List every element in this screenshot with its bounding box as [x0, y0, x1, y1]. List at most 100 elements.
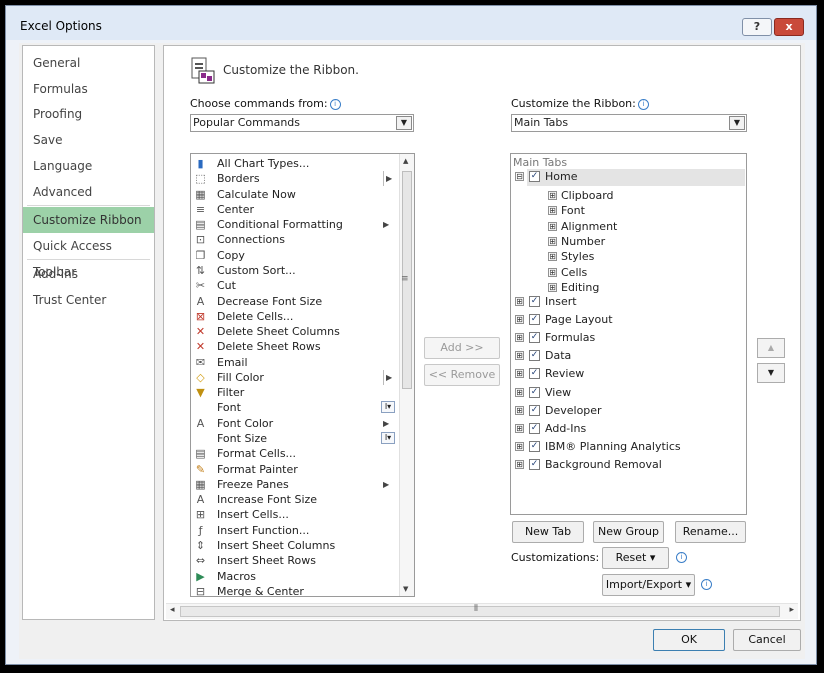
- expand-icon[interactable]: ⊞: [548, 267, 557, 277]
- customize-ribbon-select[interactable]: Main Tabs ▼: [511, 114, 747, 132]
- expand-icon[interactable]: ⊞: [515, 441, 524, 451]
- cancel-button[interactable]: Cancel: [733, 629, 801, 651]
- connections-icon: ⊡: [195, 233, 206, 247]
- dropdown-arrow-icon[interactable]: ▼: [729, 116, 745, 130]
- command-list-item[interactable]: Font I▾: [191, 400, 399, 415]
- expand-icon[interactable]: ⊞: [515, 315, 524, 325]
- command-list-item[interactable]: ✎ Format Painter: [191, 462, 399, 477]
- checkbox-checked-icon[interactable]: ✓: [529, 350, 540, 362]
- checkbox-checked-icon[interactable]: ✓: [529, 332, 540, 344]
- command-list-item[interactable]: ✉ Email: [191, 355, 399, 370]
- command-list-item[interactable]: ⇔ Insert Sheet Rows: [191, 553, 399, 568]
- command-list-item[interactable]: A Increase Font Size: [191, 492, 399, 507]
- expand-icon[interactable]: ⊞: [548, 282, 557, 292]
- checkbox-checked-icon[interactable]: ✓: [529, 386, 540, 398]
- sort-icon: ⇅: [195, 263, 206, 277]
- nav-item-proofing[interactable]: Proofing: [23, 101, 154, 127]
- tree-item-home[interactable]: ⊟ ✓ Home: [511, 169, 741, 185]
- checkbox-checked-icon[interactable]: ✓: [529, 368, 540, 380]
- rename-button[interactable]: Rename...: [675, 521, 746, 543]
- dropdown-arrow-icon[interactable]: ▼: [396, 116, 412, 130]
- command-list-item[interactable]: A Decrease Font Size: [191, 294, 399, 309]
- customizations-label: Customizations:: [511, 551, 600, 564]
- command-list-item[interactable]: ⊡ Connections: [191, 232, 399, 247]
- remove-button[interactable]: << Remove: [424, 364, 500, 386]
- ok-button[interactable]: OK: [653, 629, 725, 651]
- expand-icon[interactable]: ⊞: [515, 405, 524, 415]
- command-list-item[interactable]: ✕ Delete Sheet Rows: [191, 339, 399, 354]
- collapse-icon[interactable]: ⊟: [515, 172, 524, 181]
- nav-item-language[interactable]: Language: [23, 153, 154, 179]
- command-list-item[interactable]: ▮ All Chart Types...: [191, 156, 399, 171]
- checkbox-checked-icon[interactable]: ✓: [529, 314, 540, 326]
- command-list-item[interactable]: ▤ Conditional Formatting ▶: [191, 217, 399, 232]
- scroll-thumb[interactable]: [180, 606, 780, 617]
- command-list-item[interactable]: ◇ Fill Color ▶: [191, 369, 399, 385]
- command-list-item[interactable]: ▤ Format Cells...: [191, 446, 399, 461]
- scroll-up-arrow-icon[interactable]: ▲: [403, 157, 408, 165]
- checkbox-checked-icon[interactable]: ✓: [529, 458, 540, 470]
- command-list-item[interactable]: ✕ Delete Sheet Columns: [191, 324, 399, 339]
- command-list-item[interactable]: ▶ Macros: [191, 569, 399, 584]
- scroll-down-arrow-icon[interactable]: ▼: [403, 585, 408, 593]
- move-down-button[interactable]: ▼: [757, 363, 785, 383]
- reset-button[interactable]: Reset ▾: [602, 547, 669, 569]
- help-button[interactable]: ?: [742, 18, 772, 36]
- checkbox-checked-icon[interactable]: ✓: [529, 404, 540, 416]
- new-tab-button[interactable]: New Tab: [512, 521, 584, 543]
- panel-horizontal-scrollbar[interactable]: ◂ ⦀ ▸: [166, 603, 798, 619]
- command-list-item[interactable]: ≡ Center: [191, 202, 399, 217]
- checkbox-checked-icon[interactable]: ✓: [529, 440, 540, 452]
- nav-item-quick-access-toolbar[interactable]: Quick Access Toolbar: [23, 233, 154, 279]
- expand-icon[interactable]: ⊞: [548, 252, 557, 262]
- command-list-item[interactable]: ƒ Insert Function...: [191, 523, 399, 538]
- command-list-item[interactable]: ⊠ Delete Cells...: [191, 309, 399, 324]
- nav-item-advanced[interactable]: Advanced: [23, 179, 154, 205]
- command-list-item[interactable]: ⬚ Borders ▶: [191, 171, 399, 187]
- command-list-item[interactable]: ❐ Copy: [191, 248, 399, 263]
- nav-item-customize-ribbon[interactable]: Customize Ribbon: [23, 207, 154, 233]
- command-list-item[interactable]: A Font Color ▶: [191, 416, 399, 431]
- move-up-button[interactable]: ▲: [757, 338, 785, 358]
- scroll-left-arrow-icon[interactable]: ◂: [170, 605, 175, 615]
- expand-icon[interactable]: ⊞: [515, 423, 524, 433]
- expand-icon[interactable]: ⊞: [515, 387, 524, 397]
- choose-commands-select[interactable]: Popular Commands ▼: [190, 114, 414, 132]
- command-list-item[interactable]: ▦ Calculate Now: [191, 187, 399, 202]
- command-list-item[interactable]: ▦ Freeze Panes ▶: [191, 477, 399, 492]
- add-button[interactable]: Add >>: [424, 337, 500, 359]
- expand-icon[interactable]: ⊞: [548, 206, 557, 216]
- import-export-button[interactable]: Import/Export ▾: [602, 574, 695, 596]
- nav-item-save[interactable]: Save: [23, 127, 154, 153]
- checkbox-checked-icon[interactable]: ✓: [529, 296, 540, 307]
- tree-item-label: Insert: [545, 295, 577, 308]
- expand-icon[interactable]: ⊞: [515, 333, 524, 343]
- expand-icon[interactable]: ⊞: [548, 221, 557, 231]
- title-bar: Excel Options ? x: [6, 6, 816, 40]
- command-list-item[interactable]: ⇅ Custom Sort...: [191, 263, 399, 278]
- nav-item-add-ins[interactable]: Add-Ins: [23, 261, 154, 287]
- checkbox-checked-icon[interactable]: ✓: [529, 171, 540, 182]
- expand-icon[interactable]: ⊞: [548, 191, 557, 200]
- nav-item-trust-center[interactable]: Trust Center: [23, 287, 154, 313]
- new-group-button[interactable]: New Group: [593, 521, 664, 543]
- expand-icon[interactable]: ⊞: [515, 369, 524, 379]
- commands-scrollbar[interactable]: ▲ ≡ ▼: [399, 154, 414, 596]
- scroll-right-arrow-icon[interactable]: ▸: [789, 605, 794, 615]
- command-list-item[interactable]: ⊟ Merge & Center: [191, 584, 399, 596]
- expand-icon[interactable]: ⊞: [515, 351, 524, 361]
- expand-icon[interactable]: ⊞: [515, 459, 524, 469]
- command-list-item[interactable]: ▼ Filter: [191, 385, 399, 400]
- expand-icon[interactable]: ⊞: [548, 236, 557, 246]
- checkbox-checked-icon[interactable]: ✓: [529, 422, 540, 434]
- nav-item-formulas[interactable]: Formulas: [23, 76, 154, 102]
- close-button[interactable]: x: [774, 18, 804, 36]
- command-list-item[interactable]: Font Size I▾: [191, 431, 399, 446]
- ribbon-tree[interactable]: Main Tabs ⊟ ✓ Home ⊞ Clipboard ⊞ Font ⊞ Align…: [510, 153, 747, 515]
- command-list-item[interactable]: ✂ Cut: [191, 278, 399, 293]
- command-list-item[interactable]: ⊞ Insert Cells...: [191, 507, 399, 522]
- nav-item-general[interactable]: General: [23, 50, 154, 76]
- expand-icon[interactable]: ⊞: [515, 297, 524, 306]
- command-list-item[interactable]: ⇕ Insert Sheet Columns: [191, 538, 399, 553]
- commands-list[interactable]: ▮ All Chart Types... ⬚ Borders ▶ ▦ Calculate N…: [190, 153, 415, 597]
